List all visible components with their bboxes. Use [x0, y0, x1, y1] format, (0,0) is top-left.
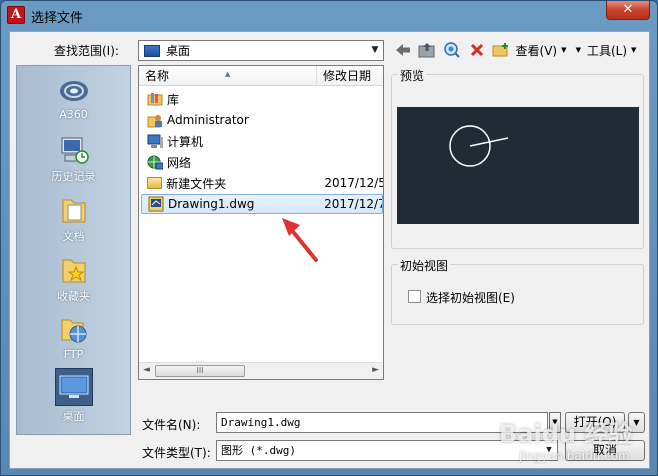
chevron-down-icon[interactable]: ▼: [367, 41, 383, 60]
places-sidebar: A360 历史记录 文档 收藏夹 FTP 桌面: [16, 65, 131, 435]
desktop-icon: [54, 368, 93, 406]
file-row[interactable]: 新建文件夹 2017/12/5: [141, 173, 383, 193]
search-web-button[interactable]: [441, 40, 463, 60]
back-button[interactable]: [392, 40, 414, 60]
file-name: 库: [167, 92, 180, 107]
place-documents[interactable]: 文档: [17, 194, 130, 244]
sort-ascending-icon: ▲: [225, 70, 231, 78]
file-name-label: 文件名(N):: [142, 418, 201, 432]
place-label: FTP: [63, 348, 84, 361]
place-a360[interactable]: A360: [17, 74, 130, 121]
search-globe-icon: [444, 42, 460, 58]
column-header-name[interactable]: ▲ 名称: [139, 66, 317, 86]
open-options-button[interactable]: ▼: [628, 412, 645, 433]
file-name-input[interactable]: Drawing1.dwg: [216, 412, 548, 433]
back-arrow-icon: [396, 44, 410, 56]
file-type-label: 文件类型(T):: [142, 446, 211, 460]
file-type-value: 图形 (*.dwg): [221, 444, 296, 457]
place-history[interactable]: 历史记录: [17, 134, 130, 184]
user-folder-icon: [147, 112, 163, 128]
place-label: A360: [59, 108, 88, 121]
file-date: 2017/12/7: [324, 197, 382, 211]
chevron-down-icon: ▼: [561, 46, 567, 54]
select-file-dialog: A 选择文件 ✕ 查找范围(I): 桌面 ▼ 查看(V) ▼ ▼ 工具(L) ▼…: [0, 0, 658, 476]
scroll-left-icon[interactable]: ◄: [143, 365, 150, 375]
dialog-client-area: 查找范围(I): 桌面 ▼ 查看(V) ▼ ▼ 工具(L) ▼ A360 历史记…: [9, 31, 650, 469]
up-folder-icon: [418, 43, 435, 58]
folder-icon: [147, 175, 163, 191]
title-bar[interactable]: A 选择文件 ✕: [1, 1, 657, 29]
place-label: 桌面: [62, 410, 85, 423]
file-row[interactable]: 库: [141, 89, 383, 109]
chevron-down-icon: ▼: [631, 46, 637, 54]
new-folder-icon: [492, 43, 508, 57]
documents-folder-icon: [58, 194, 90, 226]
up-folder-button[interactable]: [416, 40, 438, 60]
file-name: 网络: [167, 155, 192, 170]
cancel-button[interactable]: 取消: [565, 440, 645, 461]
file-name: 新建文件夹: [166, 176, 227, 191]
file-row[interactable]: Administrator: [141, 110, 383, 130]
desktop-icon: [144, 44, 160, 57]
place-label: 历史记录: [51, 170, 96, 183]
computer-icon: [147, 133, 163, 149]
file-name: Drawing1.dwg: [168, 197, 255, 211]
delete-x-icon: [470, 43, 484, 57]
history-computer-icon: [58, 134, 90, 166]
file-name: Administrator: [167, 113, 249, 127]
column-header-date[interactable]: 修改日期: [317, 66, 383, 86]
place-label: 文档: [62, 230, 85, 243]
place-label: 收藏夹: [57, 290, 90, 303]
preview-title: 预览: [398, 67, 427, 84]
look-in-value: 桌面: [166, 44, 191, 58]
column-header-label: 名称: [145, 69, 170, 83]
place-desktop[interactable]: 桌面: [17, 368, 130, 424]
file-name-dropdown[interactable]: ▼: [549, 412, 561, 433]
place-favorites[interactable]: 收藏夹: [17, 254, 130, 304]
file-row-selected[interactable]: Drawing1.dwg 2017/12/7: [141, 194, 383, 214]
drawing-thumbnail-icon: [449, 125, 509, 167]
close-button[interactable]: ✕: [606, 1, 650, 20]
network-icon: [147, 154, 163, 170]
open-button[interactable]: 打开(O): [565, 412, 625, 433]
a360-cloud-icon: [58, 74, 90, 106]
file-name: 计算机: [167, 134, 204, 149]
file-list-header: ▲ 名称 修改日期: [139, 66, 383, 86]
library-icon: [147, 91, 163, 107]
file-row[interactable]: 计算机: [141, 131, 383, 151]
chevron-down-icon[interactable]: ▼: [541, 441, 557, 460]
scroll-thumb[interactable]: III: [155, 365, 245, 377]
tools-menu-button[interactable]: ▼ 工具(L) ▼: [573, 40, 639, 60]
file-date: 2017/12/5: [324, 176, 384, 190]
file-type-dropdown[interactable]: 图形 (*.dwg) ▼: [216, 440, 558, 461]
file-list[interactable]: ▲ 名称 修改日期 库 Administrator 计算机 网络 新建文件夹 2…: [138, 65, 384, 380]
column-header-label: 修改日期: [323, 69, 372, 83]
red-arrow-annotation-icon: [282, 218, 318, 262]
views-menu-button[interactable]: 查看(V) ▼: [513, 40, 569, 60]
initial-view-title: 初始视图: [398, 257, 451, 274]
scroll-right-icon[interactable]: ►: [372, 365, 379, 375]
place-ftp[interactable]: FTP: [17, 314, 130, 361]
ftp-icon: [58, 314, 90, 346]
file-row[interactable]: 网络: [141, 152, 383, 172]
preview-image: [397, 107, 639, 224]
horizontal-scrollbar[interactable]: ◄ III ►: [139, 362, 383, 379]
new-folder-button[interactable]: [490, 40, 512, 60]
autocad-app-icon: A: [7, 6, 25, 24]
dwg-file-icon: [148, 196, 164, 212]
look-in-dropdown[interactable]: 桌面 ▼: [138, 40, 384, 61]
tools-label: 工具(L): [586, 43, 628, 58]
window-title: 选择文件: [31, 11, 84, 26]
views-label: 查看(V): [515, 43, 558, 58]
favorites-folder-icon: [58, 254, 90, 286]
chevron-down-icon: ▼: [575, 46, 581, 54]
delete-button[interactable]: [466, 40, 488, 60]
select-initial-view-checkbox[interactable]: [408, 290, 421, 303]
look-in-label: 查找范围(I):: [54, 44, 119, 58]
select-initial-view-label: 选择初始视图(E): [426, 291, 515, 305]
